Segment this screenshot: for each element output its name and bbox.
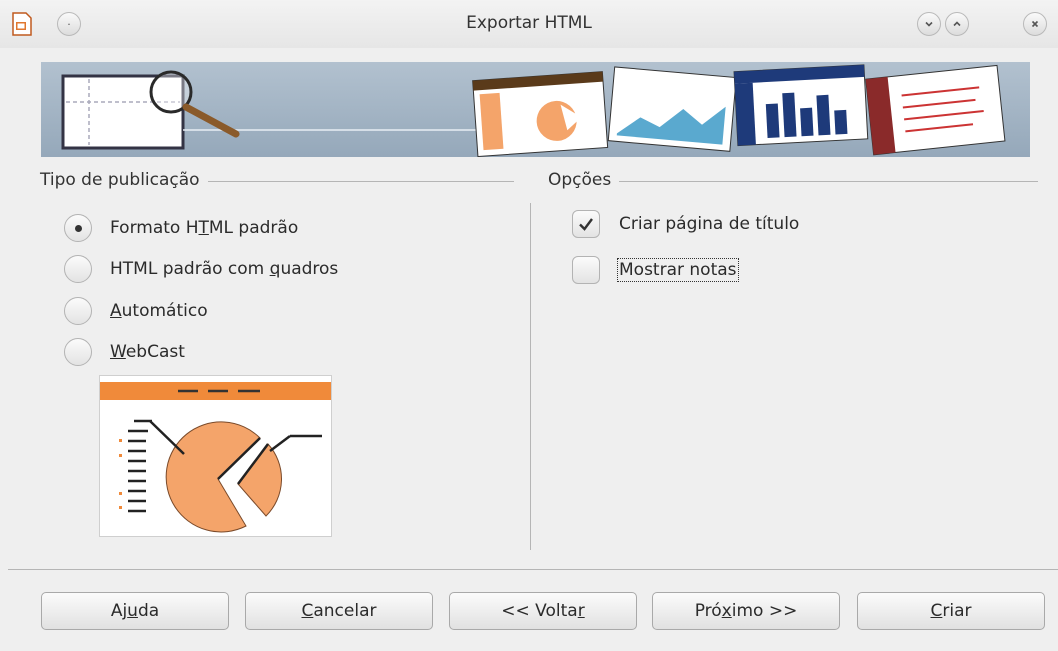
checkbox[interactable] [572,210,600,238]
radio-label: Formato HTML padrão [110,218,299,238]
radio-label: WebCast [110,342,185,362]
title-bar: · Exportar HTML [0,0,1058,48]
chevron-down-icon [925,21,933,27]
back-button[interactable]: << Volta r [449,592,637,630]
help-button[interactable]: Aj u da [41,592,229,630]
check-show-notes[interactable]: Mostrar notas [572,255,739,285]
radio-button[interactable] [64,214,92,242]
radio-button[interactable] [64,255,92,283]
check-create-title-page[interactable]: Criar página de título [572,209,799,239]
banner-illustration [61,64,1006,157]
close-button[interactable] [1023,12,1047,36]
checkmark-icon [579,218,593,231]
maximize-button[interactable] [945,12,969,36]
options-group-rule [548,181,1038,182]
window-title: Exportar HTML [466,13,592,33]
radio-label: Automático [110,301,208,321]
publication-group-label: Tipo de publicação [40,170,208,190]
export-html-dialog: · Exportar HTML Tipo de publicação Forma… [0,0,1058,651]
next-button[interactable]: Pró x imo >> [652,592,840,630]
cancel-button[interactable]: Cancelar [245,592,433,630]
checkbox-label: Criar página de título [619,214,800,234]
chevron-up-icon [953,21,961,27]
radio-button[interactable] [64,297,92,325]
group-separator [530,203,531,550]
radio-label: HTML padrão com quadros [110,259,339,279]
footer-separator [8,569,1058,570]
pie-chart-preview-icon [100,382,331,533]
radio-button[interactable] [64,338,92,366]
radio-selected-dot [74,224,82,232]
radio-webcast[interactable]: WebCast [64,337,185,367]
radio-standard-html[interactable]: Formato HTML padrão [64,213,298,243]
close-icon [1031,20,1039,28]
minimize-button[interactable] [917,12,941,36]
wizard-banner [41,62,1030,157]
radio-automatic[interactable]: Automático [64,296,208,326]
options-group-label: Opções [548,170,620,190]
checkbox-label: Mostrar notas [617,258,739,282]
radio-html-frames[interactable]: HTML padrão com quadros [64,254,338,284]
layout-preview [99,375,332,537]
create-button[interactable]: Criar [857,592,1045,630]
checkbox[interactable] [572,256,600,284]
